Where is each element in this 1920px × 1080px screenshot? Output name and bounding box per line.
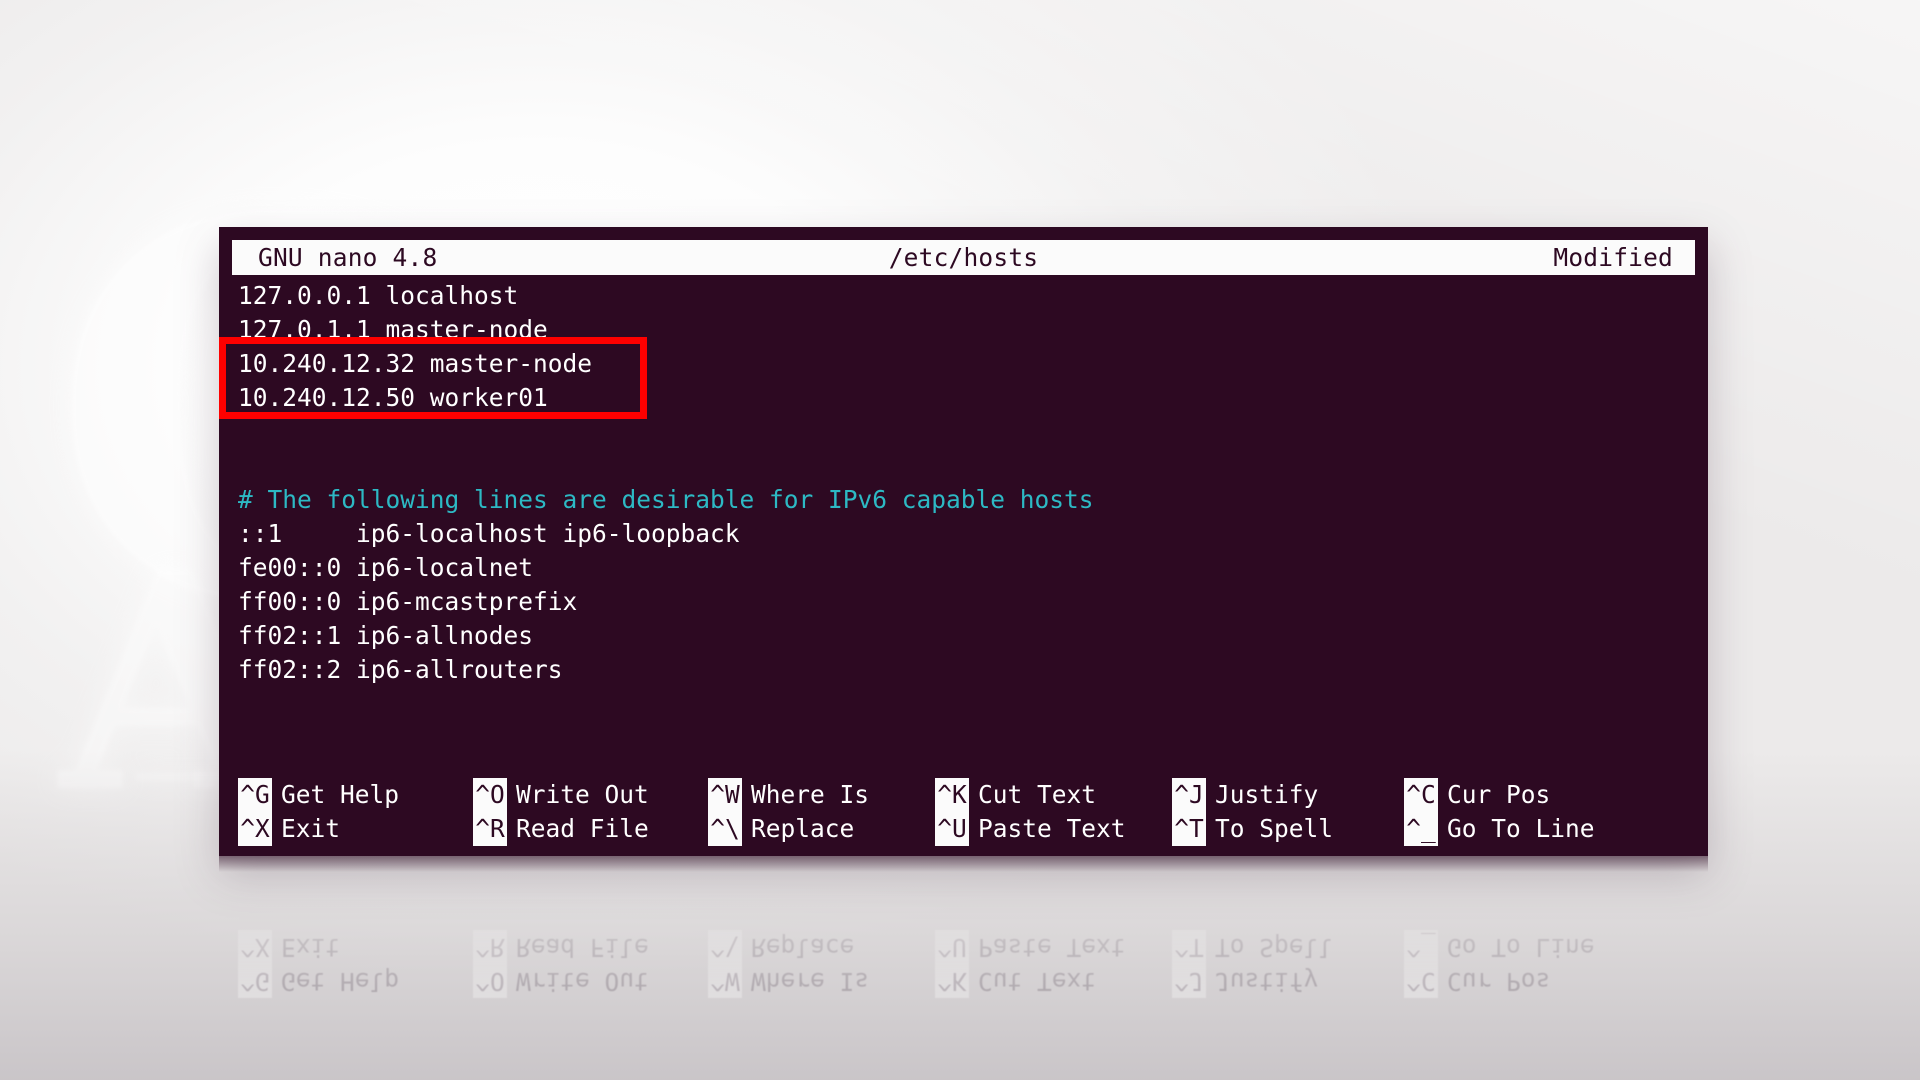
shortcut-label: Where Is bbox=[751, 967, 870, 996]
shortcut-label: To Spell bbox=[1215, 814, 1334, 843]
shortcut-get-help[interactable]: ^G Get Help bbox=[238, 778, 473, 812]
shortcut-label: Exit bbox=[281, 814, 341, 843]
shortcut-key-glyph: ^G bbox=[238, 778, 272, 812]
shortcut-go-to-line-reflection: ^_ Go To Line bbox=[1404, 930, 1595, 964]
shortcut-label: Justify bbox=[1215, 967, 1319, 996]
shortcut-key-glyph: ^C bbox=[1404, 964, 1438, 998]
shortcut-label: Go To Line bbox=[1447, 814, 1595, 843]
shortcut-key-glyph: ^O bbox=[473, 778, 507, 812]
shortcut-label: Replace bbox=[751, 814, 855, 843]
shortcut-label: Read File bbox=[516, 933, 649, 962]
editor-line[interactable]: ff00::0 ip6-mcastprefix bbox=[219, 585, 1708, 619]
shortcut-key-glyph: ^O bbox=[473, 964, 507, 998]
shortcut-where-is-reflection: ^W Where Is bbox=[708, 964, 935, 998]
shortcut-key-glyph: ^U bbox=[935, 930, 969, 964]
shortcut-label: Cut Text bbox=[978, 967, 1097, 996]
shortcut-row-1-reflection: ^G Get Help ^O Write Out ^W Where Is ^K Cut Tex… bbox=[219, 964, 1708, 998]
editor-line[interactable]: 10.240.12.50 worker01 bbox=[219, 381, 1708, 415]
shortcut-key-glyph: ^K bbox=[935, 964, 969, 998]
shortcut-exit[interactable]: ^X Exit bbox=[238, 812, 473, 846]
shortcut-replace[interactable]: ^\ Replace bbox=[708, 812, 935, 846]
shortcut-key-glyph: ^_ bbox=[1404, 812, 1438, 846]
shortcut-key-glyph: ^W bbox=[708, 964, 742, 998]
shortcut-cur-pos[interactable]: ^C Cur Pos bbox=[1404, 778, 1550, 812]
editor-line[interactable]: 10.240.12.32 master-node bbox=[219, 347, 1708, 381]
editor-line-blank[interactable] bbox=[219, 449, 1708, 483]
shortcut-justify[interactable]: ^J Justify bbox=[1172, 778, 1404, 812]
editor-line[interactable]: # The following lines are desirable for … bbox=[219, 483, 1708, 517]
shortcut-replace-reflection: ^\ Replace bbox=[708, 930, 935, 964]
shortcut-label: Exit bbox=[281, 933, 341, 962]
shortcut-key-glyph: ^U bbox=[935, 812, 969, 846]
shortcut-row-2-reflection: ^X Exit ^R Read File ^\ Replace ^U Paste Text ^T… bbox=[219, 930, 1708, 964]
nano-title-bar: GNU nano 4.8 /etc/hosts Modified bbox=[232, 240, 1695, 275]
screen-background: C A —— GNU nano 4.8 /etc/hosts Modified … bbox=[0, 0, 1920, 1080]
shortcut-to-spell[interactable]: ^T To Spell bbox=[1172, 812, 1404, 846]
editor-line[interactable]: ::1 ip6-localhost ip6-loopback bbox=[219, 517, 1708, 551]
shortcut-paste-text[interactable]: ^U Paste Text bbox=[935, 812, 1172, 846]
shortcut-read-file-reflection: ^R Read File bbox=[473, 930, 708, 964]
shortcut-key-glyph: ^J bbox=[1172, 778, 1206, 812]
editor-line[interactable]: 127.0.0.1 localhost bbox=[219, 279, 1708, 313]
shortcut-label: Write Out bbox=[516, 967, 649, 996]
shortcut-key-glyph: ^C bbox=[1404, 778, 1438, 812]
shortcut-label: Justify bbox=[1215, 780, 1319, 809]
nano-shortcut-bar-reflection: ^G Get Help ^O Write Out ^W Where Is ^K Cut Tex… bbox=[219, 930, 1708, 998]
shortcut-label: Cur Pos bbox=[1447, 780, 1551, 809]
editor-line[interactable]: 127.0.1.1 master-node bbox=[219, 313, 1708, 347]
shortcut-label: Get Help bbox=[281, 967, 400, 996]
editor-line[interactable]: fe00::0 ip6-localnet bbox=[219, 551, 1708, 585]
shortcut-go-to-line[interactable]: ^_ Go To Line bbox=[1404, 812, 1595, 846]
shortcut-cut-text-reflection: ^K Cut Text bbox=[935, 964, 1172, 998]
shortcut-key-glyph: ^W bbox=[708, 778, 742, 812]
shortcut-write-out-reflection: ^O Write Out bbox=[473, 964, 708, 998]
editor-line-blank[interactable] bbox=[219, 415, 1708, 449]
shortcut-label: To Spell bbox=[1215, 933, 1334, 962]
shortcut-label: Paste Text bbox=[978, 814, 1126, 843]
shortcut-label: Read File bbox=[516, 814, 649, 843]
shortcut-key-glyph: ^T bbox=[1172, 930, 1206, 964]
shortcut-key-glyph: ^G bbox=[238, 964, 272, 998]
nano-shortcut-bar: ^G Get Help ^O Write Out ^W Where Is ^K Cut Tex… bbox=[219, 778, 1708, 846]
shortcut-write-out[interactable]: ^O Write Out bbox=[473, 778, 708, 812]
shortcut-row-2: ^X Exit ^R Read File ^\ Replace ^U Paste Text ^T… bbox=[219, 812, 1708, 846]
editor-line[interactable]: ff02::1 ip6-allnodes bbox=[219, 619, 1708, 653]
shortcut-key-glyph: ^_ bbox=[1404, 930, 1438, 964]
shortcut-read-file[interactable]: ^R Read File bbox=[473, 812, 708, 846]
shortcut-key-glyph: ^T bbox=[1172, 812, 1206, 846]
shortcut-key-glyph: ^X bbox=[238, 812, 272, 846]
shortcut-key-glyph: ^\ bbox=[708, 930, 742, 964]
nano-file-path: /etc/hosts bbox=[888, 243, 1039, 272]
shortcut-key-glyph: ^R bbox=[473, 812, 507, 846]
shortcut-label: Paste Text bbox=[978, 933, 1126, 962]
shortcut-label: Cur Pos bbox=[1447, 967, 1551, 996]
shortcut-to-spell-reflection: ^T To Spell bbox=[1172, 930, 1404, 964]
terminal-window[interactable]: GNU nano 4.8 /etc/hosts Modified 127.0.0… bbox=[219, 227, 1708, 856]
shortcut-row-1: ^G Get Help ^O Write Out ^W Where Is ^K Cut Tex… bbox=[219, 778, 1708, 812]
shortcut-exit-reflection: ^X Exit bbox=[238, 930, 473, 964]
editor-line[interactable]: ff02::2 ip6-allrouters bbox=[219, 653, 1708, 687]
shortcut-get-help-reflection: ^G Get Help bbox=[238, 964, 473, 998]
shortcut-key-glyph: ^R bbox=[473, 930, 507, 964]
shortcut-label: Where Is bbox=[751, 780, 870, 809]
shortcut-key-glyph: ^K bbox=[935, 778, 969, 812]
shortcut-label: Go To Line bbox=[1447, 933, 1595, 962]
nano-editor-area[interactable]: 127.0.0.1 localhost 127.0.1.1 master-node… bbox=[219, 279, 1708, 687]
shortcut-cut-text[interactable]: ^K Cut Text bbox=[935, 778, 1172, 812]
terminal-reflection: ^G Get Help ^O Write Out ^W Where Is ^K Cut Tex… bbox=[219, 856, 1708, 1006]
shortcut-label: Replace bbox=[751, 933, 855, 962]
shortcut-label: Cut Text bbox=[978, 780, 1097, 809]
shortcut-key-glyph: ^J bbox=[1172, 964, 1206, 998]
shortcut-cur-pos-reflection: ^C Cur Pos bbox=[1404, 964, 1550, 998]
shortcut-key-glyph: ^\ bbox=[708, 812, 742, 846]
shortcut-where-is[interactable]: ^W Where Is bbox=[708, 778, 935, 812]
shortcut-key-glyph: ^X bbox=[238, 930, 272, 964]
shortcut-label: Write Out bbox=[516, 780, 649, 809]
shortcut-label: Get Help bbox=[281, 780, 400, 809]
shortcut-justify-reflection: ^J Justify bbox=[1172, 964, 1404, 998]
shortcut-paste-text-reflection: ^U Paste Text bbox=[935, 930, 1172, 964]
